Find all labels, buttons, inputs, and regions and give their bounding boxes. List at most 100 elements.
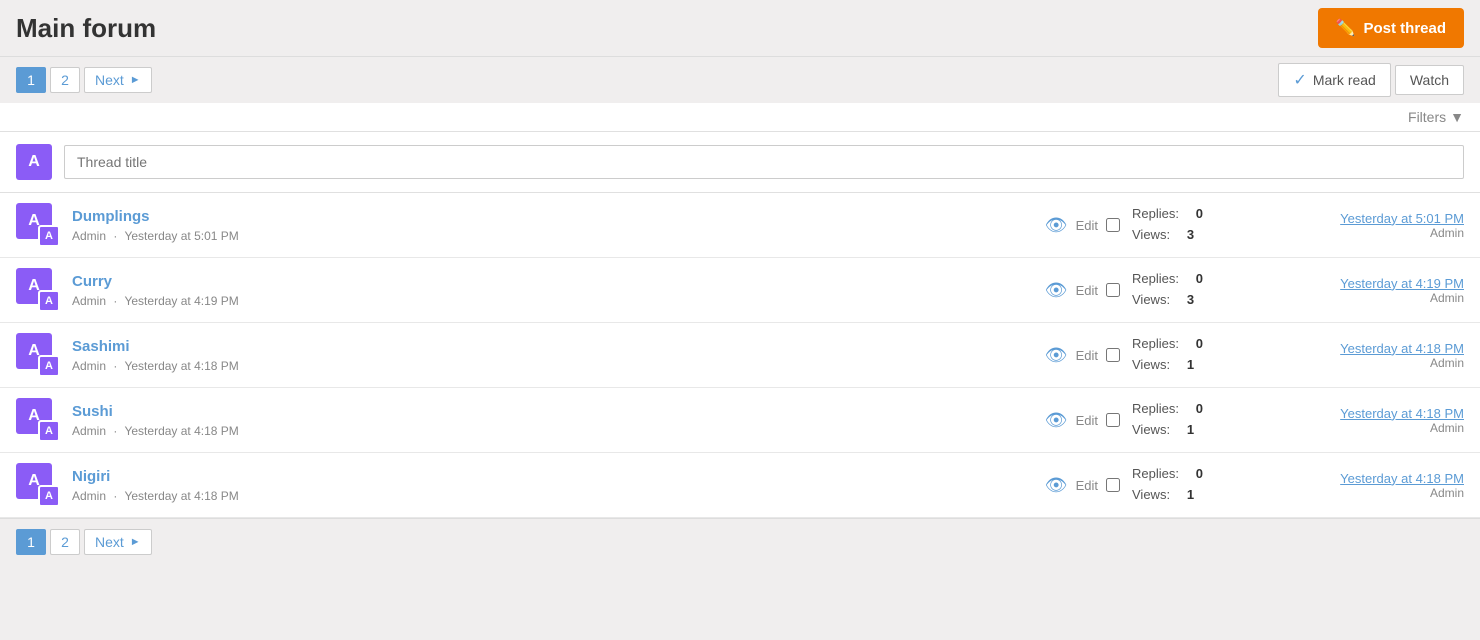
thread-last-post: Yesterday at 4:18 PM Admin: [1264, 471, 1464, 500]
thread-title-link[interactable]: Sashimi: [72, 338, 1033, 355]
page-1-button-bottom[interactable]: 1: [16, 529, 46, 555]
filters-button[interactable]: Filters ▼: [1408, 109, 1464, 125]
thread-avatar-wrap: A A: [16, 463, 60, 507]
thread-author: Admin: [72, 229, 106, 243]
thread-timestamp: Yesterday at 4:19 PM: [124, 294, 238, 308]
views-label: Views:: [1132, 485, 1170, 506]
last-post-time-link[interactable]: Yesterday at 4:19 PM: [1264, 276, 1464, 291]
replies-row: Replies: 0: [1132, 269, 1203, 290]
watch-thread-icon[interactable]: 👁: [1045, 345, 1068, 366]
watch-thread-icon[interactable]: 👁: [1045, 475, 1068, 496]
thread-title-link[interactable]: Sushi: [72, 403, 1033, 420]
last-post-time-link[interactable]: Yesterday at 4:18 PM: [1264, 471, 1464, 486]
thread-title-link[interactable]: Curry: [72, 273, 1033, 290]
replies-row: Replies: 0: [1132, 204, 1203, 225]
views-label: Views:: [1132, 225, 1170, 246]
pagination-left: 1 2 Next ►: [16, 67, 152, 93]
thread-title-link[interactable]: Nigiri: [72, 468, 1033, 485]
views-row: Views: 1: [1132, 420, 1194, 441]
replies-row: Replies: 0: [1132, 464, 1203, 485]
edit-label[interactable]: Edit: [1076, 283, 1098, 298]
chevron-down-icon: ▼: [1450, 109, 1464, 125]
replies-value: 0: [1183, 464, 1203, 485]
pagination-top-bar: 1 2 Next ► ✓ Mark read Watch: [0, 56, 1480, 103]
watch-thread-icon[interactable]: 👁: [1045, 215, 1068, 236]
replies-label: Replies:: [1132, 269, 1179, 290]
thread-title-input[interactable]: [64, 145, 1464, 179]
watch-thread-icon[interactable]: 👁: [1045, 280, 1068, 301]
thread-avatar-wrap: A A: [16, 203, 60, 247]
thread-select-checkbox[interactable]: [1106, 283, 1120, 297]
thread-info: Nigiri Admin · Yesterday at 4:18 PM: [72, 468, 1033, 503]
views-label: Views:: [1132, 420, 1170, 441]
replies-label: Replies:: [1132, 334, 1179, 355]
edit-label[interactable]: Edit: [1076, 218, 1098, 233]
next-button-top[interactable]: Next ►: [84, 67, 152, 93]
chevron-right-icon: ►: [130, 74, 141, 86]
page-1-button-top[interactable]: 1: [16, 67, 46, 93]
last-post-user: Admin: [1264, 291, 1464, 305]
thread-avatar-wrap: A A: [16, 268, 60, 312]
separator: ·: [113, 424, 117, 438]
last-post-user: Admin: [1264, 226, 1464, 240]
replies-row: Replies: 0: [1132, 334, 1203, 355]
thread-meta: Admin · Yesterday at 4:18 PM: [72, 359, 239, 373]
thread-author: Admin: [72, 359, 106, 373]
replies-label: Replies:: [1132, 399, 1179, 420]
thread-meta: Admin · Yesterday at 4:18 PM: [72, 489, 239, 503]
thread-title-link[interactable]: Dumplings: [72, 208, 1033, 225]
thread-actions: 👁 Edit: [1045, 215, 1120, 236]
separator: ·: [113, 489, 117, 503]
watch-thread-icon[interactable]: 👁: [1045, 410, 1068, 431]
edit-label[interactable]: Edit: [1076, 413, 1098, 428]
thread-timestamp: Yesterday at 4:18 PM: [124, 424, 238, 438]
last-post-time-link[interactable]: Yesterday at 5:01 PM: [1264, 211, 1464, 226]
views-row: Views: 3: [1132, 290, 1194, 311]
pagination-right: ✓ Mark read Watch: [1278, 63, 1464, 97]
thread-info: Sashimi Admin · Yesterday at 4:18 PM: [72, 338, 1033, 373]
thread-stats: Replies: 0 Views: 1: [1132, 464, 1252, 506]
thread-last-post: Yesterday at 4:18 PM Admin: [1264, 406, 1464, 435]
thread-avatar-sub: A: [38, 485, 60, 507]
mark-read-button[interactable]: ✓ Mark read: [1278, 63, 1390, 97]
thread-row: A A Dumplings Admin · Yesterday at 5:01 …: [0, 193, 1480, 258]
edit-label[interactable]: Edit: [1076, 348, 1098, 363]
last-post-time-link[interactable]: Yesterday at 4:18 PM: [1264, 341, 1464, 356]
views-value: 1: [1174, 485, 1194, 506]
thread-timestamp: Yesterday at 4:18 PM: [124, 359, 238, 373]
replies-label: Replies:: [1132, 204, 1179, 225]
edit-label[interactable]: Edit: [1076, 478, 1098, 493]
thread-avatar-sub: A: [38, 420, 60, 442]
page-2-button-bottom[interactable]: 2: [50, 529, 80, 555]
filters-bar: Filters ▼: [0, 103, 1480, 132]
views-row: Views: 1: [1132, 485, 1194, 506]
last-post-user: Admin: [1264, 356, 1464, 370]
thread-list: A A Dumplings Admin · Yesterday at 5:01 …: [0, 193, 1480, 518]
thread-last-post: Yesterday at 4:18 PM Admin: [1264, 341, 1464, 370]
replies-row: Replies: 0: [1132, 399, 1203, 420]
last-post-time-link[interactable]: Yesterday at 4:18 PM: [1264, 406, 1464, 421]
thread-avatar-sub: A: [38, 225, 60, 247]
thread-select-checkbox[interactable]: [1106, 413, 1120, 427]
thread-actions: 👁 Edit: [1045, 280, 1120, 301]
thread-avatar-wrap: A A: [16, 398, 60, 442]
views-row: Views: 1: [1132, 355, 1194, 376]
views-row: Views: 3: [1132, 225, 1194, 246]
thread-select-checkbox[interactable]: [1106, 478, 1120, 492]
thread-select-checkbox[interactable]: [1106, 348, 1120, 362]
page-2-button-top[interactable]: 2: [50, 67, 80, 93]
views-value: 1: [1174, 355, 1194, 376]
thread-meta: Admin · Yesterday at 4:19 PM: [72, 294, 239, 308]
post-thread-button[interactable]: ✏️ Post thread: [1318, 8, 1464, 48]
thread-author: Admin: [72, 424, 106, 438]
thread-last-post: Yesterday at 5:01 PM Admin: [1264, 211, 1464, 240]
thread-row: A A Curry Admin · Yesterday at 4:19 PM 👁…: [0, 258, 1480, 323]
edit-icon: ✏️: [1336, 18, 1356, 38]
chevron-right-icon-bottom: ►: [130, 536, 141, 548]
thread-select-checkbox[interactable]: [1106, 218, 1120, 232]
post-thread-label: Post thread: [1363, 20, 1446, 37]
next-button-bottom[interactable]: Next ►: [84, 529, 152, 555]
watch-button[interactable]: Watch: [1395, 65, 1464, 95]
next-label-top: Next: [95, 72, 124, 88]
forum-title: Main forum: [16, 13, 156, 44]
